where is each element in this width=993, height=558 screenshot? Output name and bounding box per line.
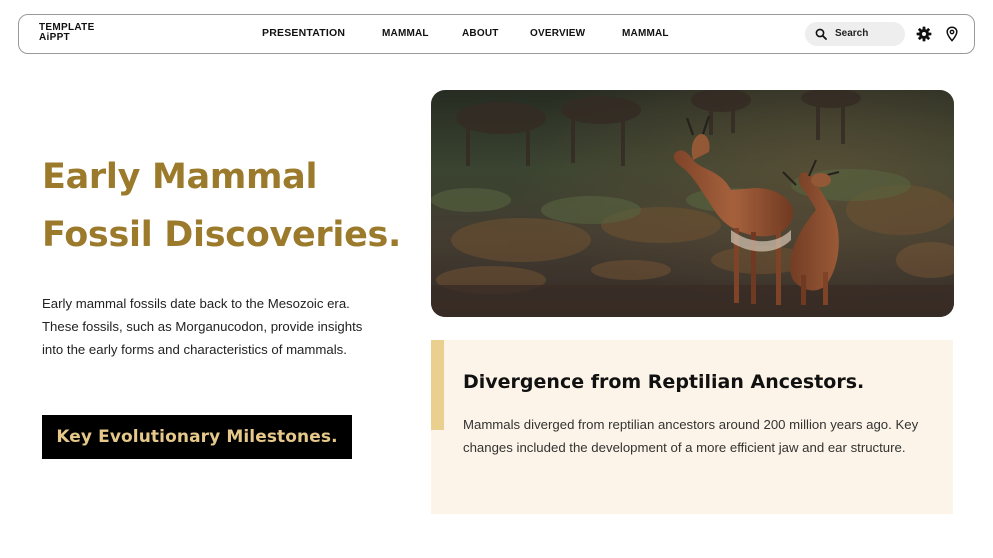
card-description: Mammals diverged from reptilian ancestor… bbox=[463, 417, 919, 455]
key-milestones-button[interactable]: Key Evolutionary Milestones. bbox=[42, 415, 352, 459]
page-title: Early Mammal Fossil Discoveries. bbox=[42, 148, 412, 264]
card-title: Divergence from Reptilian Ancestors. bbox=[463, 371, 865, 393]
gear-icon[interactable] bbox=[916, 26, 932, 47]
brand-line-2: AiPPT bbox=[39, 32, 70, 43]
nav-link-mammal-2[interactable]: MAMMAL bbox=[622, 28, 669, 39]
search-placeholder: Search bbox=[835, 28, 869, 39]
info-card: Divergence from Reptilian Ancestors. Mam… bbox=[431, 340, 953, 514]
search-icon bbox=[815, 28, 827, 40]
hero-photo-impalas bbox=[431, 90, 954, 317]
search-input[interactable]: Search bbox=[805, 22, 905, 46]
page-title-line-1: Early Mammal bbox=[42, 157, 318, 197]
nav-link-about[interactable]: ABOUT bbox=[462, 28, 499, 39]
brand-logo[interactable]: TEMPLATE AiPPT bbox=[39, 23, 95, 43]
nav-link-mammal[interactable]: MAMMAL bbox=[382, 28, 429, 39]
nav-link-presentation[interactable]: PRESENTATION bbox=[262, 27, 345, 39]
location-pin-icon[interactable] bbox=[945, 26, 959, 47]
hero-description: Early mammal fossils date back to the Me… bbox=[42, 296, 363, 357]
top-navbar: TEMPLATE AiPPT PRESENTATION MAMMAL ABOUT… bbox=[18, 14, 975, 54]
nav-link-overview[interactable]: OVERVIEW bbox=[530, 28, 585, 39]
card-accent-bar bbox=[431, 340, 444, 430]
page-title-line-2: Fossil Discoveries. bbox=[42, 215, 402, 255]
